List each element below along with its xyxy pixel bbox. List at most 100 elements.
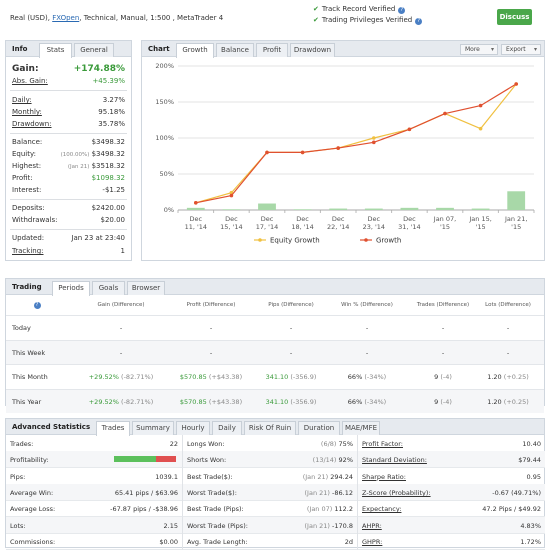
cell-profit: $570.85 (+$43.38) (166, 398, 256, 406)
table-row: Today - - - - - - (6, 315, 544, 339)
tab-summary[interactable]: Summary (132, 421, 174, 435)
row-label: This Month (12, 373, 48, 381)
stat-label[interactable]: Profit Factor: (362, 440, 403, 448)
stat-value: 4.83% (520, 521, 541, 530)
stat-value: -67.87 pips / -$38.96 (110, 505, 178, 514)
volume-bar (436, 207, 454, 210)
stat-label[interactable]: Z-Score (Probability): (362, 489, 431, 497)
profitability-win-fill (114, 456, 157, 463)
tab-periods[interactable]: Periods (52, 281, 90, 296)
tab-growth[interactable]: Growth (176, 43, 214, 58)
broker-link[interactable]: FXOpen (52, 14, 79, 22)
chart-panel: Chart Growth Balance Profit Drawdown Mor… (141, 40, 545, 261)
cell-value: 66% (347, 397, 363, 406)
stat-value: $79.44 (518, 456, 541, 465)
stat-row: Z-Score (Probability): -0.67 (49.71%) (357, 483, 545, 501)
col-lots[interactable]: Lots (Difference) (468, 302, 548, 308)
stat-note: (Jan 07) (306, 505, 333, 514)
stat-label[interactable]: Standard Deviation: (362, 456, 427, 464)
tab-risk-of-ruin[interactable]: Risk Of Ruin (244, 421, 296, 435)
tab-balance[interactable]: Balance (216, 43, 254, 57)
x-tick-label: Dec (225, 215, 238, 223)
gain-row: Gain: +174.88% (12, 64, 125, 76)
cell-diff: (-34%) (364, 373, 387, 381)
drawdown-label[interactable]: Drawdown: (12, 120, 52, 128)
tab-drawdown[interactable]: Drawdown (290, 43, 335, 57)
stat-row: Average Win: 65.41 pips / $63.96 (6, 483, 182, 501)
account-details: , Technical, Manual, 1:500 , MetaTrader … (79, 14, 224, 22)
tab-profit[interactable]: Profit (256, 43, 288, 57)
stat-value: 22 (169, 440, 178, 448)
gain-value: +174.88% (73, 64, 125, 74)
info-tabbar: Info Stats General (6, 41, 131, 58)
more-dropdown[interactable]: More (460, 44, 498, 55)
profit-label: Profit: (12, 174, 33, 182)
table-row: This Month +29.52% (-82.71%) $570.85 (+$43… (6, 364, 544, 388)
balance-value: $3498.32 (91, 138, 125, 146)
cell-diff: (-356.9) (290, 373, 317, 381)
legend-marker (258, 238, 262, 242)
interest-row: Interest: -$1.25 (12, 186, 125, 196)
cell-profit: - (166, 349, 256, 357)
daily-label[interactable]: Daily: (12, 96, 32, 104)
stat-value: 294.24 (330, 472, 353, 481)
tab-general[interactable]: General (74, 43, 114, 57)
tracking-label[interactable]: Tracking: (12, 247, 44, 255)
stat-row: Best Trade($): (Jan 21) 294.24 (182, 467, 357, 485)
cell-diff: (-4) (440, 373, 452, 381)
help-icon[interactable]: ? (33, 302, 41, 309)
equity-note: (100.00%) (60, 152, 90, 158)
tab-hourly[interactable]: Hourly (176, 421, 210, 435)
tab-daily[interactable]: Daily (212, 421, 242, 435)
tab-goals[interactable]: Goals (92, 281, 125, 295)
x-tick-label: '15 (440, 223, 450, 231)
stat-row: Profit Factor: 10.40 (357, 435, 545, 452)
x-tick-label: 31, '14 (398, 223, 420, 231)
abs-gain-label[interactable]: Abs. Gain: (12, 77, 48, 85)
stat-value: 47.2 Pips / $49.92 (482, 505, 541, 514)
stat-value: -0.67 (49.71%) (492, 488, 541, 497)
col-profit[interactable]: Profit (Difference) (166, 302, 256, 308)
help-icon[interactable]: ? (398, 7, 406, 14)
legend-marker (364, 238, 368, 242)
stat-label: Avg. Trade Length: (187, 537, 248, 546)
tab-mae-mfe[interactable]: MAE/MFE (342, 421, 380, 435)
data-point (194, 201, 198, 205)
cell-value: +29.52% (88, 373, 119, 381)
cell-value: +29.52% (88, 397, 119, 406)
stat-label[interactable]: AHPR: (362, 522, 382, 530)
updated-row: Updated: Jan 23 at 23:40 (12, 234, 125, 244)
stat-label[interactable]: Expectancy: (362, 505, 401, 513)
x-tick-label: 23, '14 (363, 223, 385, 231)
cell-value: - (506, 324, 510, 332)
export-dropdown[interactable]: Export (501, 44, 541, 55)
cell-diff: (+$43.38) (208, 373, 243, 381)
cell-diff: (-34%) (364, 397, 387, 406)
divider (10, 133, 127, 134)
stat-value: 112.2 (334, 505, 353, 514)
stat-label: Pips: (10, 472, 26, 481)
abs-gain-value: +45.39% (92, 77, 125, 85)
data-point (300, 150, 305, 155)
data-point (443, 111, 447, 116)
stat-row: Pips: 1039.1 (6, 468, 182, 485)
discuss-button[interactable]: Discuss (497, 9, 532, 25)
stat-label[interactable]: GHPR: (362, 538, 382, 546)
tab-duration[interactable]: Duration (298, 421, 340, 435)
col-gain[interactable]: Gain (Difference) (76, 302, 166, 308)
info-title: Info (12, 45, 28, 53)
monthly-label[interactable]: Monthly: (12, 108, 42, 116)
help-icon[interactable]: ? (415, 18, 423, 25)
stat-label: Longs Won: (187, 440, 225, 448)
stat-value: 75% (338, 440, 353, 448)
volume-bar (186, 207, 205, 210)
tab-trades[interactable]: Trades (96, 421, 130, 436)
x-tick-label: 11, '14 (185, 223, 207, 231)
cell-gain: - (76, 324, 166, 332)
stat-label[interactable]: Sharpe Ratio: (362, 473, 406, 481)
stat-row: Sharpe Ratio: 0.95 (357, 467, 545, 485)
tab-browser[interactable]: Browser (127, 281, 165, 295)
tab-stats[interactable]: Stats (39, 43, 72, 58)
equity-row: Equity: (100.00%) $3498.32 (12, 150, 125, 160)
stat-note: (13/14) (312, 456, 337, 465)
